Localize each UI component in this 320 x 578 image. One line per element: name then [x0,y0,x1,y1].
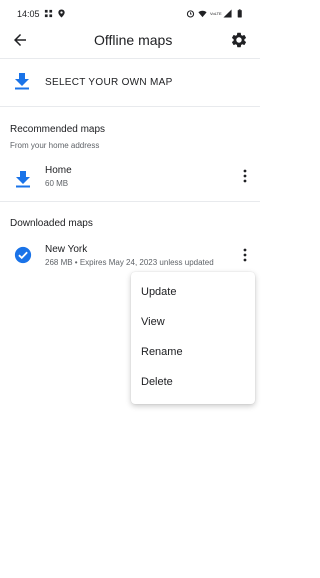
map-name: New York [45,244,88,255]
map-details: 268 MB • Expires May 24, 2023 unless upd… [45,258,214,267]
select-own-map-button[interactable]: SELECT YOUR OWN MAP [0,58,260,106]
status-bar: 14:05 VoLTE [0,0,260,28]
divider [0,201,260,202]
signal-icon [223,9,232,18]
check-circle-icon [14,246,32,264]
battery-icon [237,9,242,18]
map-size: 60 MB [45,179,69,188]
alarm-icon [186,10,195,18]
menu-item-label: Delete [141,376,173,388]
gear-icon[interactable] [230,31,248,49]
more-vert-icon[interactable] [239,247,251,263]
menu-item-rename[interactable]: Rename [131,338,255,368]
downloaded-maps-heading: Downloaded maps [10,218,93,229]
select-own-map-label: SELECT YOUR OWN MAP [45,77,173,88]
location-icon [58,9,65,18]
status-time: 14:05 [17,9,40,19]
grid-notification-icon [44,9,53,18]
wifi-icon [198,10,207,18]
download-icon [15,73,29,90]
menu-item-update[interactable]: Update [131,278,255,308]
menu-item-label: Update [141,286,177,298]
app-bar: Offline maps [0,28,260,54]
divider [0,106,260,107]
download-icon [16,171,30,188]
volte-icon: VoLTE [210,10,222,16]
more-vert-icon[interactable] [239,168,251,184]
menu-item-view[interactable]: View [131,308,255,338]
list-item[interactable]: Home 60 MB [0,164,260,200]
recommended-maps-subheading: From your home address [10,141,100,150]
map-name: Home [45,165,72,176]
page-title: Offline maps [94,32,173,48]
back-arrow-icon[interactable] [11,31,29,49]
overflow-menu: Update View Rename Delete [131,272,255,404]
menu-item-label: Rename [141,346,183,358]
menu-item-label: View [141,316,165,328]
recommended-maps-heading: Recommended maps [10,124,106,135]
menu-item-delete[interactable]: Delete [131,368,255,398]
